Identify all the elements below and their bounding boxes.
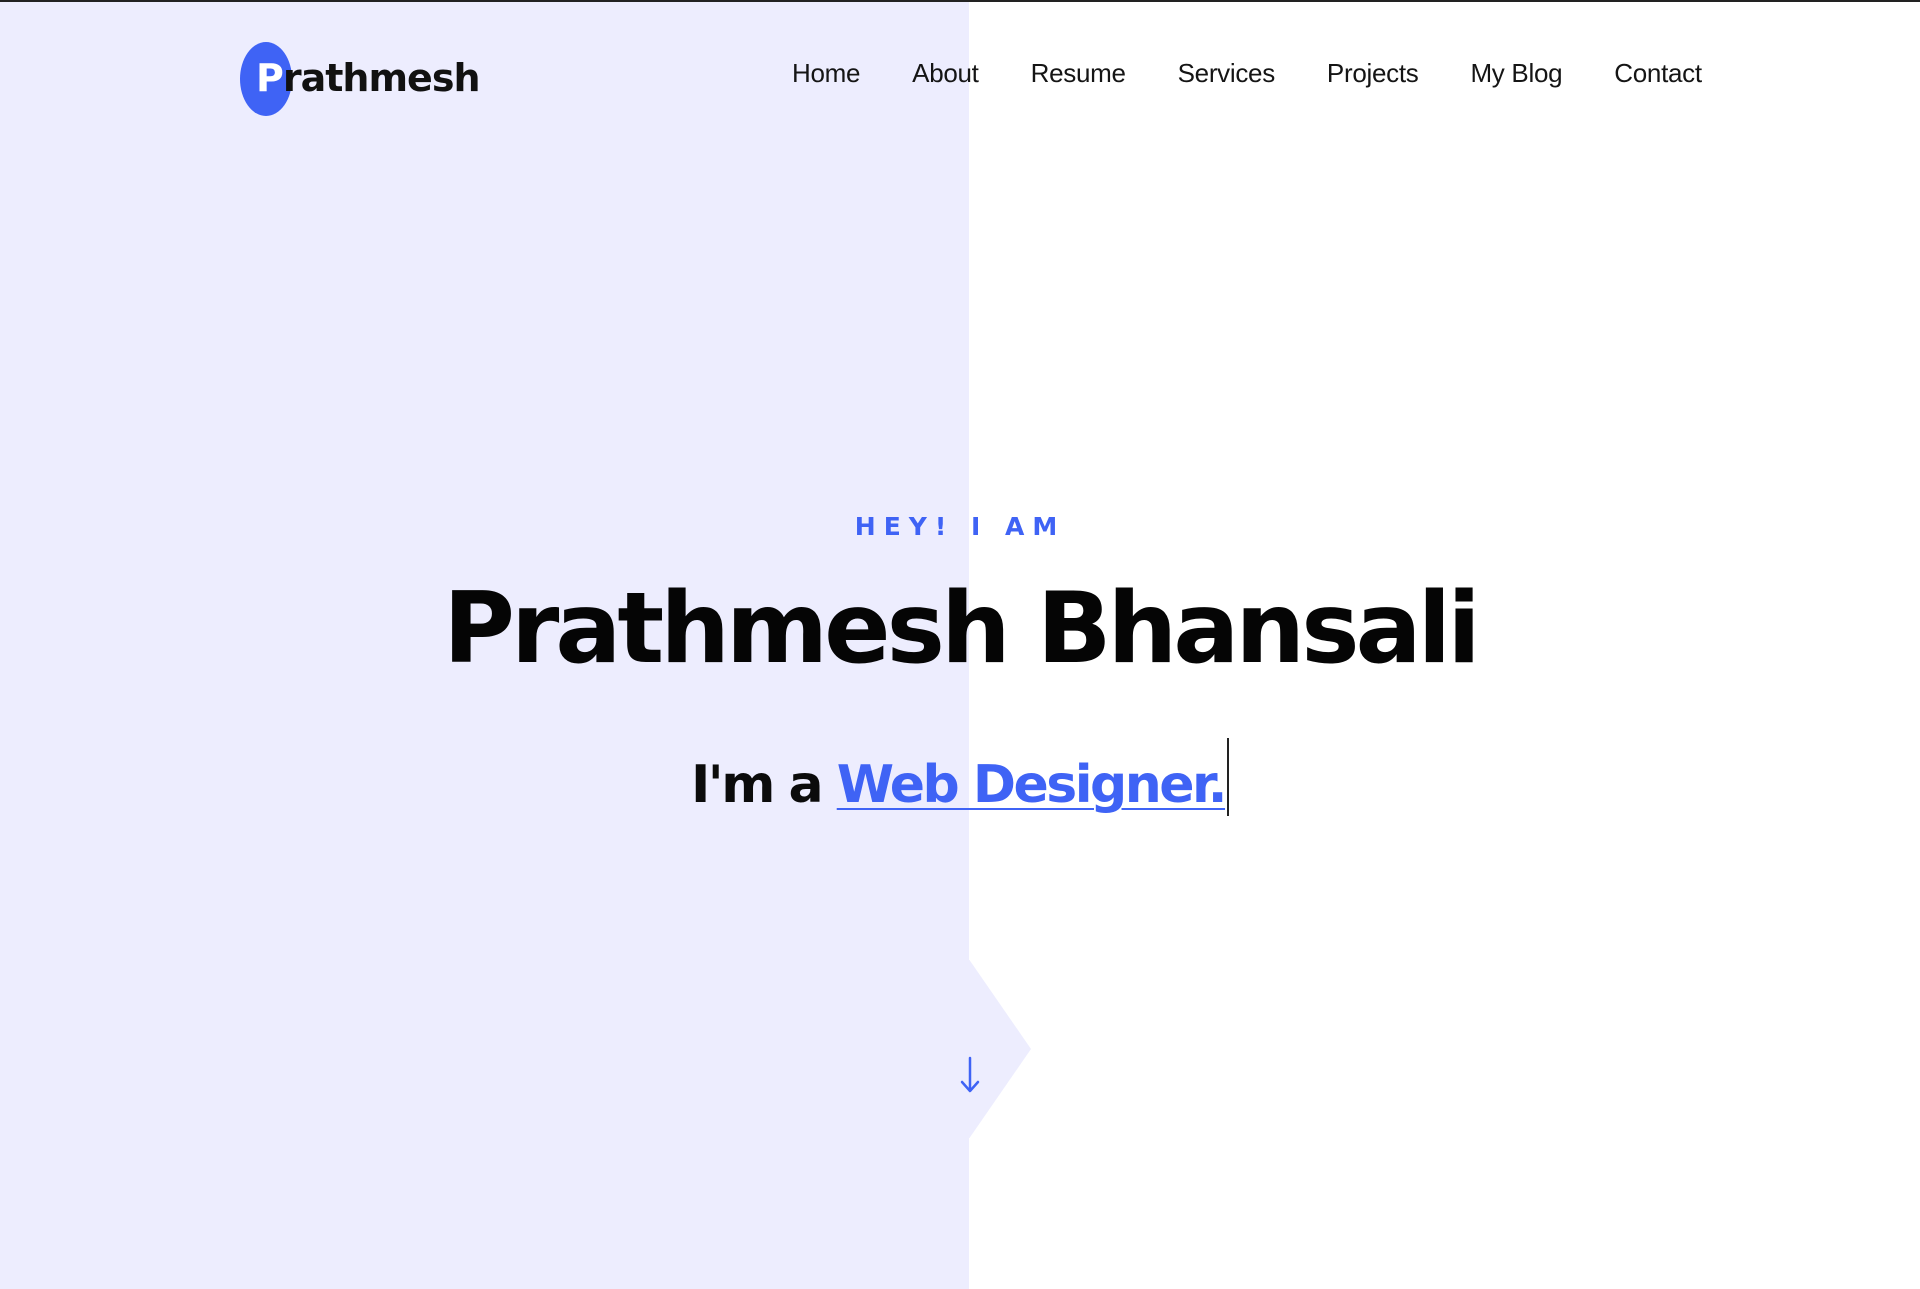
- hero-role-prefix: I'm a: [690, 755, 824, 815]
- typing-cursor: [1227, 738, 1230, 816]
- scroll-down-button[interactable]: [950, 1052, 990, 1098]
- arrow-down-icon: [960, 1056, 980, 1093]
- hero-role: I'm a Web Designer.: [0, 738, 1920, 816]
- hero-kicker: HEY! I AM: [854, 512, 1066, 541]
- hero-name: Prathmesh Bhansali: [443, 572, 1481, 686]
- hero-section: HEY! I AM Prathmesh Bhansali I'm a Web D…: [0, 0, 1920, 1289]
- hero-role-highlight[interactable]: Web Designer.: [837, 755, 1228, 815]
